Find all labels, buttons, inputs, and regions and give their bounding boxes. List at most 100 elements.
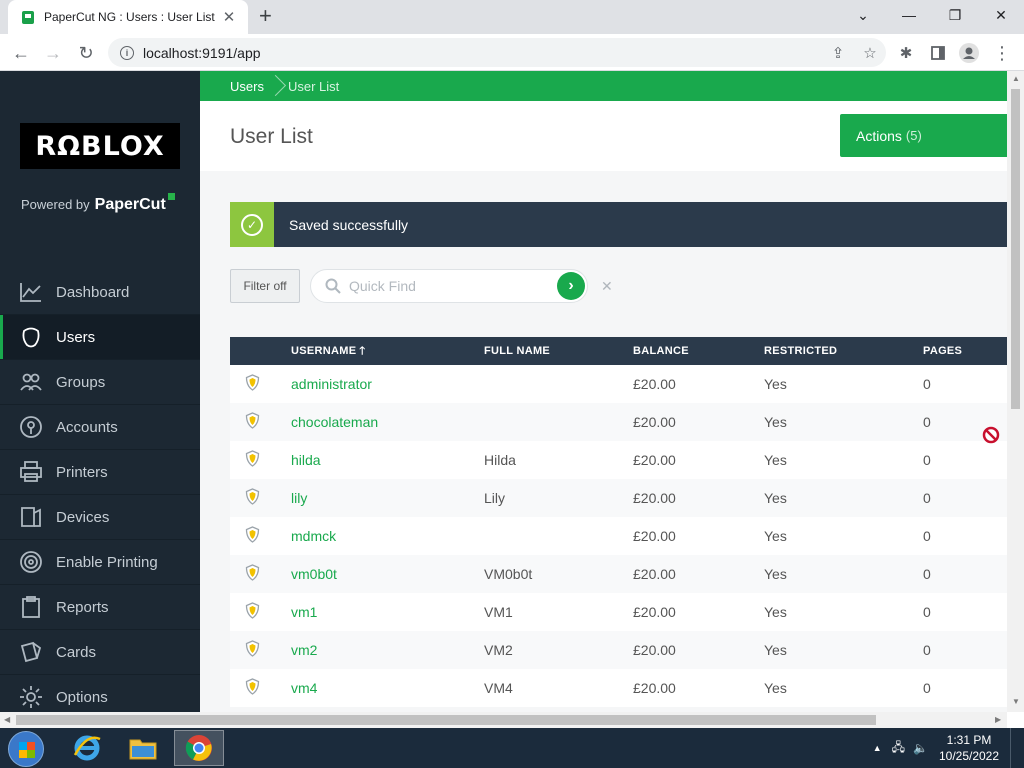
start-button[interactable]	[8, 731, 44, 767]
sidebar-item-reports[interactable]: Reports	[0, 585, 200, 630]
column-header-pages[interactable]: PAGES	[923, 345, 1007, 357]
sidebar-item-devices[interactable]: Devices	[0, 495, 200, 540]
sidebar-item-users[interactable]: Users	[0, 315, 200, 360]
sidebar-item-dashboard[interactable]: Dashboard	[0, 270, 200, 315]
table-body: administrator £20.00 Yes 0 chocolateman £20.0…	[230, 365, 1007, 707]
table-row[interactable]: mdmck £20.00 Yes 0	[230, 517, 1007, 555]
browser-tabstrip: PaperCut NG : Users : User List ✕ + ⌄ — …	[0, 0, 1024, 34]
forward-arrow-icon[interactable]: →	[40, 40, 66, 66]
table-row[interactable]: hilda Hilda £20.00 Yes 0	[230, 441, 1007, 479]
sidebar-item-groups[interactable]: Groups	[0, 360, 200, 405]
site-info-icon[interactable]: i	[120, 45, 134, 60]
back-arrow-icon[interactable]: ←	[8, 40, 34, 66]
printer-icon	[18, 460, 44, 484]
column-header-full-name[interactable]: FULL NAME	[484, 345, 633, 357]
actions-button[interactable]: Actions (5)	[840, 114, 1007, 157]
show-desktop-button[interactable]	[1010, 728, 1024, 768]
filter-toggle-button[interactable]: Filter off	[230, 269, 300, 303]
column-header-username[interactable]: USERNAME 🡑	[291, 342, 484, 361]
alert-message: Saved successfully	[289, 216, 409, 233]
minimize-button[interactable]: —	[886, 0, 932, 30]
username-link[interactable]: lily	[291, 490, 307, 506]
actions-count: (5)	[905, 128, 922, 143]
user-shield-icon	[230, 526, 291, 546]
quick-find-go-button[interactable]: ›	[557, 272, 585, 300]
chrome-icon[interactable]	[174, 730, 224, 766]
username-link[interactable]: vm4	[291, 680, 317, 696]
restore-button[interactable]: ❐	[932, 0, 978, 30]
internet-explorer-icon[interactable]	[62, 730, 112, 766]
sidebar: RΩBLOX Powered by PaperCut Dashboard Use…	[0, 71, 200, 712]
user-shield-icon	[230, 640, 291, 660]
username-link[interactable]: administrator	[291, 376, 372, 392]
new-tab-button[interactable]: +	[259, 5, 272, 27]
username-link[interactable]: vm1	[291, 604, 317, 620]
reload-icon[interactable]: ↻	[73, 40, 99, 66]
side-panel-icon[interactable]	[927, 42, 949, 64]
sidebar-item-label: Users	[56, 328, 96, 346]
username-link[interactable]: hilda	[291, 452, 321, 468]
sidebar-item-enable-printing[interactable]: Enable Printing	[0, 540, 200, 585]
username-link[interactable]: vm0b0t	[291, 566, 337, 582]
balance-cell: £20.00	[633, 414, 676, 430]
show-hidden-icons-icon[interactable]: ▲	[873, 743, 882, 753]
table-row[interactable]: chocolateman £20.00 Yes 0	[230, 403, 1007, 441]
url-text: localhost:9191/app	[143, 44, 261, 61]
taskbar-clock[interactable]: 1:31 PM 10/25/2022	[934, 732, 1004, 764]
sidebar-item-printers[interactable]: Printers	[0, 450, 200, 495]
table-row[interactable]: vm4 VM4 £20.00 Yes 0	[230, 669, 1007, 707]
scroll-up-arrow-icon[interactable]: ▲	[1012, 74, 1020, 83]
tab-search-chevron-icon[interactable]: ⌄	[840, 0, 886, 30]
extensions-puzzle-icon[interactable]: ✱	[895, 42, 917, 64]
sidebar-item-accounts[interactable]: Accounts	[0, 405, 200, 450]
clear-search-icon[interactable]: ✕	[601, 278, 613, 295]
horizontal-scroll-thumb[interactable]	[16, 715, 876, 725]
column-header-balance[interactable]: BALANCE	[633, 345, 764, 357]
full-name-cell: VM2	[484, 642, 513, 658]
scroll-down-arrow-icon[interactable]: ▼	[1012, 697, 1020, 706]
devices-icon	[18, 505, 44, 529]
file-explorer-icon[interactable]	[118, 730, 168, 766]
address-bar[interactable]: i localhost:9191/app ⇪ ☆	[108, 38, 886, 67]
table-row[interactable]: vm1 VM1 £20.00 Yes 0	[230, 593, 1007, 631]
tab-close-icon[interactable]: ✕	[220, 8, 238, 26]
volume-icon[interactable]: 🔈	[913, 741, 928, 755]
not-allowed-cursor-icon	[982, 426, 1000, 444]
vertical-scroll-thumb[interactable]	[1011, 89, 1020, 409]
actions-label: Actions	[856, 127, 902, 144]
sidebar-item-options[interactable]: Options	[0, 675, 200, 712]
user-table: USERNAME 🡑 FULL NAME BALANCE RESTRICTED P…	[230, 337, 1007, 707]
balance-cell: £20.00	[633, 490, 676, 506]
network-icon[interactable]: 🖧	[892, 738, 905, 759]
clock-date: 10/25/2022	[938, 749, 1000, 763]
username-link[interactable]: chocolateman	[291, 414, 378, 430]
bookmark-star-icon[interactable]: ☆	[854, 44, 886, 62]
vertical-scrollbar[interactable]: ▲ ▼	[1007, 71, 1024, 712]
browser-menu-icon[interactable]: ⋮	[991, 42, 1013, 64]
horizontal-scrollbar[interactable]: ◀ ▶	[0, 712, 1007, 728]
close-window-button[interactable]: ✕	[978, 0, 1024, 30]
tab-title: PaperCut NG : Users : User List	[44, 10, 215, 24]
profile-avatar-icon[interactable]	[958, 42, 980, 64]
roblox-logo: RΩBLOX	[20, 123, 180, 169]
table-row[interactable]: vm2 VM2 £20.00 Yes 0	[230, 631, 1007, 669]
table-header: USERNAME 🡑 FULL NAME BALANCE RESTRICTED P…	[230, 337, 1007, 365]
user-shield-icon	[230, 564, 291, 584]
username-link[interactable]: vm2	[291, 642, 317, 658]
table-row[interactable]: vm0b0t VM0b0t £20.00 Yes 0	[230, 555, 1007, 593]
username-link[interactable]: mdmck	[291, 528, 336, 544]
search-icon	[325, 278, 341, 294]
user-shield-icon	[230, 678, 291, 698]
scroll-right-arrow-icon[interactable]: ▶	[995, 715, 1001, 724]
quick-find-input[interactable]	[349, 278, 549, 294]
sidebar-item-label: Reports	[56, 598, 109, 616]
breadcrumb-users[interactable]: Users	[230, 79, 264, 94]
table-row[interactable]: administrator £20.00 Yes 0	[230, 365, 1007, 403]
scroll-left-arrow-icon[interactable]: ◀	[4, 715, 10, 724]
browser-tab[interactable]: PaperCut NG : Users : User List ✕	[8, 0, 248, 34]
sidebar-item-cards[interactable]: Cards	[0, 630, 200, 675]
share-icon[interactable]: ⇪	[822, 44, 854, 62]
table-row[interactable]: lily Lily £20.00 Yes 0	[230, 479, 1007, 517]
full-name-cell: VM4	[484, 680, 513, 696]
column-header-restricted[interactable]: RESTRICTED	[764, 345, 923, 357]
